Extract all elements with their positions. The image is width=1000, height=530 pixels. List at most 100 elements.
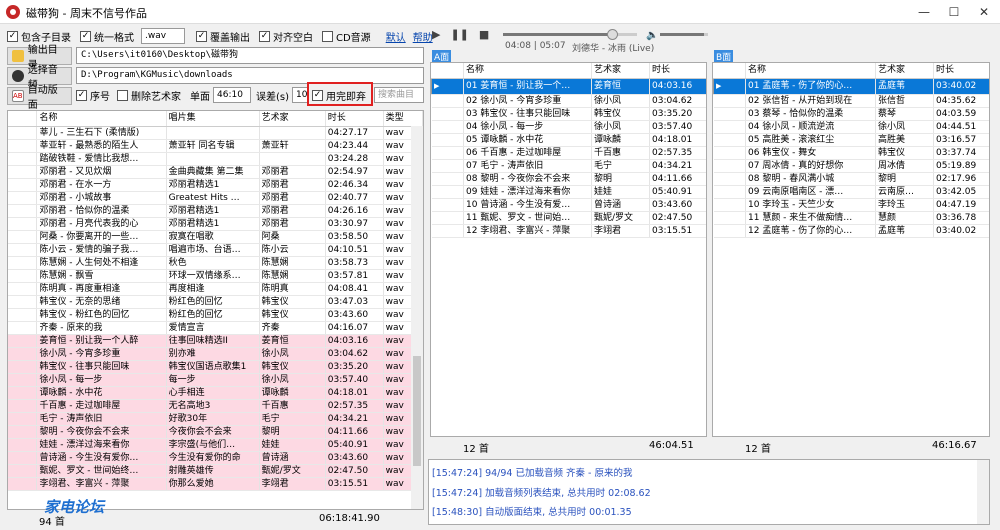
table-row[interactable]: 陈慧娴 - 人生何处不相逢 秋色 陈慧娴 03:58.73 wav — [8, 256, 423, 270]
minimize-button[interactable]: — — [914, 2, 934, 22]
volume-track[interactable] — [660, 33, 708, 36]
table-row[interactable]: 08 黎明 - 春风满小城 黎明 02:17.96 — [713, 172, 989, 186]
table-row[interactable]: 毛宁 - 涛声依旧 好歌30年 毛宁 04:34.21 wav — [8, 412, 423, 426]
table-row[interactable]: 陈慧娴 - 飘雪 环球一双情缘系… 陈慧娴 03:57.81 wav — [8, 269, 423, 283]
b-col-duration[interactable]: 时长 — [933, 63, 989, 79]
table-row[interactable]: 06 千百惠 - 走过咖啡屋 千百惠 02:57.35 — [431, 146, 706, 160]
tolerance-input[interactable]: 10 — [292, 87, 309, 103]
table-row[interactable]: 千百惠 - 走过咖啡屋 无名高地3 千百惠 02:57.35 wav — [8, 399, 423, 413]
table-row[interactable]: 07 周冰倩 - 真的好想你 周冰倩 05:19.89 — [713, 159, 989, 173]
a-col-artist[interactable]: 艺术家 — [591, 63, 650, 79]
table-row[interactable]: 06 韩宝仪 - 舞女 韩宝仪 03:37.74 — [713, 146, 989, 160]
log-scrollbar[interactable] — [977, 460, 989, 524]
align-checkbox[interactable]: ✓ — [259, 30, 270, 42]
table-row[interactable]: 12 李翊君、李富兴 - 萍聚 李翊君 03:15.51 — [431, 224, 706, 238]
col-album[interactable]: 唱片集 — [166, 111, 260, 127]
table-row[interactable]: 10 曾诗涵 - 今生没有爱… 曾诗涵 03:43.60 — [431, 198, 706, 212]
volume-icon[interactable]: 🔈 — [646, 30, 658, 41]
progress-knob[interactable] — [606, 29, 618, 40]
row-index — [431, 107, 464, 121]
pause-icon[interactable]: ❚❚ — [450, 28, 468, 41]
b-col-name[interactable]: 名称 — [745, 63, 876, 79]
col-name[interactable]: 名称 — [36, 111, 167, 127]
table-row[interactable]: 陈小云 - 爱情的骗子我… 唱遍市场、台语… 陈小云 04:10.51 wav — [8, 243, 423, 257]
table-row[interactable]: 07 毛宁 - 涛声依旧 毛宁 04:34.21 — [431, 159, 706, 173]
table-row[interactable]: 韩宝仪 - 往事只能回味 韩宝仪国语点歌集1 韩宝仪 03:35.20 wav — [8, 360, 423, 374]
progress-track[interactable] — [503, 29, 637, 40]
overwrite-checkbox[interactable]: ✓ — [196, 30, 207, 42]
col-type[interactable]: 类型 — [383, 111, 423, 127]
default-link[interactable]: 默认 — [386, 29, 406, 44]
table-row[interactable]: 李翊君、李富兴 - 萍聚 你那么爱她 李翊君 03:15.51 wav — [8, 477, 423, 491]
use-discard-checkbox[interactable]: ✓ — [312, 89, 323, 101]
table-row[interactable]: 04 徐小凤 - 顺流逆流 徐小凤 04:44.51 — [713, 120, 989, 134]
table-row[interactable]: 03 蔡琴 - 恰似你的温柔 蔡琴 04:03.59 — [713, 107, 989, 121]
unify-format-checkbox[interactable]: ✓ — [80, 30, 91, 42]
table-row[interactable]: 莘儿 - 三生石下 (柔情版) 04:27.17 wav — [8, 126, 423, 140]
table-row[interactable]: 徐小凤 - 今宵多珍重 别亦难 徐小凤 03:04.62 wav — [8, 347, 423, 361]
side-length-input[interactable]: 46:10 — [213, 87, 251, 103]
table-row[interactable]: 05 高胜美 - 滚滚红尘 高胜美 03:16.57 — [713, 133, 989, 147]
table-row[interactable]: 黎明 - 今夜你会不会来 今夜你会不会来 黎明 04:11.66 wav — [8, 425, 423, 439]
close-button[interactable]: ✕ — [974, 2, 994, 22]
table-row[interactable]: ▶ 01 姜育恒 - 别让我一个… 姜育恒 04:03.16 — [431, 78, 706, 95]
table-row[interactable]: 甄妮、罗文 - 世间始终… 射雕英雄传 甄妮/罗文 02:47.50 wav — [8, 464, 423, 478]
include-sub-checkbox[interactable]: ✓ — [7, 30, 18, 42]
table-row[interactable]: 莘亚轩 - 最熟悉的陌生人 萧亚轩 同名专辑 萧亚轩 04:23.44 wav — [8, 139, 423, 153]
a-col-duration[interactable]: 时长 — [649, 63, 706, 79]
library-scroll-thumb[interactable] — [413, 356, 421, 466]
stop-icon[interactable]: ■ — [479, 28, 489, 41]
play-icon[interactable]: ▶ — [432, 28, 440, 41]
table-row[interactable]: 10 李玲玉 - 天竺少女 李玲玉 04:47.19 — [713, 198, 989, 212]
auto-layout-button[interactable]: AB 自动版面 — [7, 85, 72, 111]
table-row[interactable]: 陈明真 - 再度重相逢 再度相逢 陈明真 04:08.41 wav — [8, 282, 423, 296]
table-row[interactable]: 09 云南原唱南区 - 漂… 云南原… 03:42.05 — [713, 185, 989, 199]
b-col-index[interactable] — [713, 63, 746, 79]
table-row[interactable]: 11 慧颜 - 来生不做痴情… 慧颜 03:36.78 — [713, 211, 989, 225]
table-row[interactable]: 韩宝仪 - 无奈的思绪 粉红色的回忆 韩宝仪 03:47.03 wav — [8, 295, 423, 309]
output-path-field[interactable]: C:\Users\it0160\Desktop\磁带狗 — [76, 47, 424, 64]
table-row[interactable]: 邓丽君 - 又见炊烟 金曲典藏集 第二集 邓丽君 02:54.97 wav — [8, 165, 423, 179]
del-artist-checkbox[interactable] — [117, 89, 128, 101]
row-artist: 娃娃 — [591, 185, 650, 199]
a-col-index[interactable] — [431, 63, 464, 79]
table-row[interactable]: ▶ 01 孟庭苇 - 伤了你的心… 孟庭苇 03:40.02 — [713, 78, 989, 95]
table-row[interactable]: 11 甄妮、罗文 - 世间始… 甄妮/罗文 02:47.50 — [431, 211, 706, 225]
table-row[interactable]: 踏破铁鞋 - 爱情比我想… 03:24.28 wav — [8, 152, 423, 166]
table-row[interactable]: 邓丽君 - 恰似你的温柔 邓丽君精选1 邓丽君 04:26.16 wav — [8, 204, 423, 218]
side-b-list[interactable]: 名称 艺术家 时长 ▶ 01 孟庭苇 - 伤了你的心… 孟庭苇 03:40.02 02 … — [712, 62, 990, 437]
table-row[interactable]: 阿桑 - 你要离开的一些… 寂寞在唱歌 阿桑 03:58.50 wav — [8, 230, 423, 244]
table-row[interactable]: 02 张信哲 - 从开始到现在 张信哲 04:35.62 — [713, 94, 989, 108]
library-list[interactable]: 名称 唱片集 艺术家 时长 类型 莘儿 - 三生石下 (柔情版) 04:27.17… — [7, 110, 424, 510]
table-row[interactable]: 谭咏麟 - 水中花 心手相连 谭咏麟 04:18.01 wav — [8, 386, 423, 400]
b-col-artist[interactable]: 艺术家 — [875, 63, 934, 79]
library-scrollbar[interactable] — [411, 126, 423, 509]
side-a-list[interactable]: 名称 艺术家 时长 ▶ 01 姜育恒 - 别让我一个… 姜育恒 04:03.16 02 … — [430, 62, 707, 437]
table-row[interactable]: 邓丽君 - 在水一方 邓丽君精选1 邓丽君 02:46.34 wav — [8, 178, 423, 192]
col-artist[interactable]: 艺术家 — [259, 111, 326, 127]
cd-source-checkbox[interactable] — [322, 30, 333, 42]
seq-checkbox[interactable]: ✓ — [76, 89, 87, 101]
table-row[interactable]: 09 娃娃 - 漂洋过海来看你 娃娃 05:40.91 — [431, 185, 706, 199]
table-row[interactable]: 邓丽君 - 小城故事 Greatest Hits … 邓丽君 02:40.77 wav — [8, 191, 423, 205]
table-row[interactable]: 05 谭咏麟 - 水中花 谭咏麟 04:18.01 — [431, 133, 706, 147]
col-duration[interactable]: 时长 — [325, 111, 384, 127]
table-row[interactable]: 娃娃 - 漂洋过海来看你 李宗盛(与他们… 娃娃 05:40.91 wav — [8, 438, 423, 452]
table-row[interactable]: 韩宝仪 - 粉红色的回忆 粉红色的回忆 韩宝仪 03:43.60 wav — [8, 308, 423, 322]
table-row[interactable]: 12 孟庭苇 - 伤了你的心… 孟庭苇 03:40.02 — [713, 224, 989, 238]
table-row[interactable]: 邓丽君 - 月亮代表我的心 邓丽君精选1 邓丽君 03:30.97 wav — [8, 217, 423, 231]
table-row[interactable]: 齐秦 - 原来的我 爱情宣言 齐秦 04:16.07 wav — [8, 321, 423, 335]
table-row[interactable]: 04 徐小凤 - 每一步 徐小凤 03:57.40 — [431, 120, 706, 134]
table-row[interactable]: 曾诗涵 - 今生没有爱你… 今生没有爱你的命 曾诗涵 03:43.60 wav — [8, 451, 423, 465]
help-link[interactable]: 帮助 — [413, 29, 433, 44]
search-input[interactable]: 搜索曲目 — [374, 87, 424, 103]
maximize-button[interactable]: ☐ — [944, 2, 964, 22]
table-row[interactable]: 姜育恒 - 别让我一个人醉 往事回味精选II 姜育恒 04:03.16 wav — [8, 334, 423, 348]
format-select[interactable]: .wav — [141, 28, 185, 44]
table-row[interactable]: 08 黎明 - 今夜你会不会来 黎明 04:11.66 — [431, 172, 706, 186]
a-col-name[interactable]: 名称 — [463, 63, 592, 79]
col-index[interactable] — [8, 111, 38, 127]
table-row[interactable]: 02 徐小凤 - 今宵多珍重 徐小凤 03:04.62 — [431, 94, 706, 108]
table-row[interactable]: 徐小凤 - 每一步 每一步 徐小凤 03:57.40 wav — [8, 373, 423, 387]
table-row[interactable]: 03 韩宝仪 - 往事只能回味 韩宝仪 03:35.20 — [431, 107, 706, 121]
